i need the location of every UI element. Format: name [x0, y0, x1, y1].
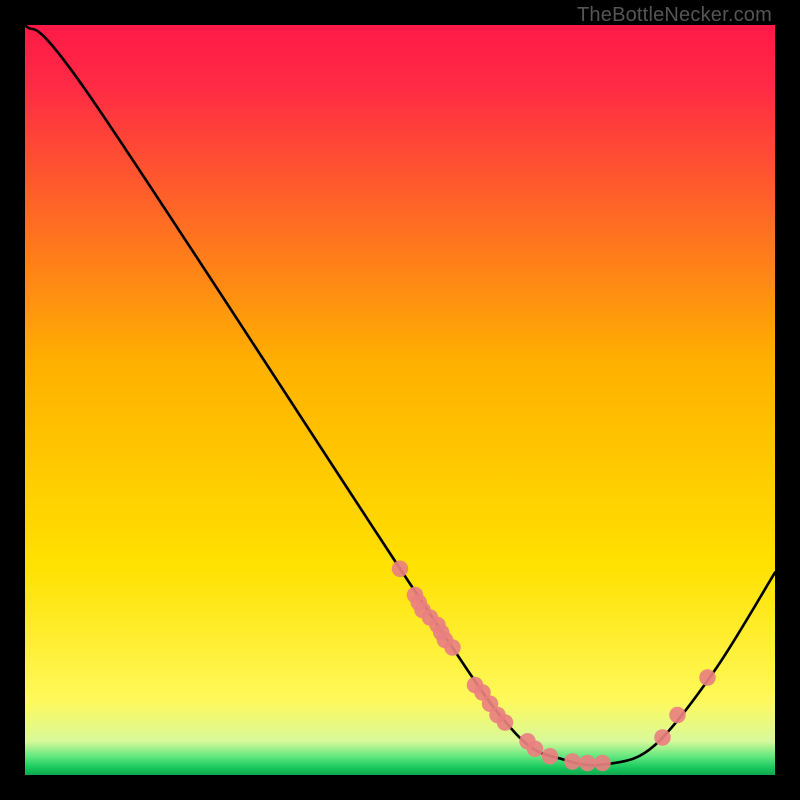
- chart-svg: [25, 25, 775, 775]
- chart-container: TheBottleNecker.com: [0, 0, 800, 800]
- scatter-dot: [527, 741, 544, 758]
- scatter-dot: [579, 755, 596, 772]
- gradient-background: [25, 25, 775, 775]
- scatter-dot: [654, 729, 671, 746]
- scatter-dot: [497, 714, 514, 731]
- scatter-dot: [669, 707, 686, 724]
- scatter-dot: [594, 755, 611, 772]
- scatter-dot: [392, 561, 409, 578]
- scatter-dot: [542, 748, 559, 765]
- scatter-dot: [444, 639, 461, 656]
- scatter-dot: [564, 753, 581, 769]
- attribution-text: TheBottleNecker.com: [577, 4, 772, 27]
- scatter-dot: [699, 669, 716, 686]
- plot-area: [25, 25, 775, 775]
